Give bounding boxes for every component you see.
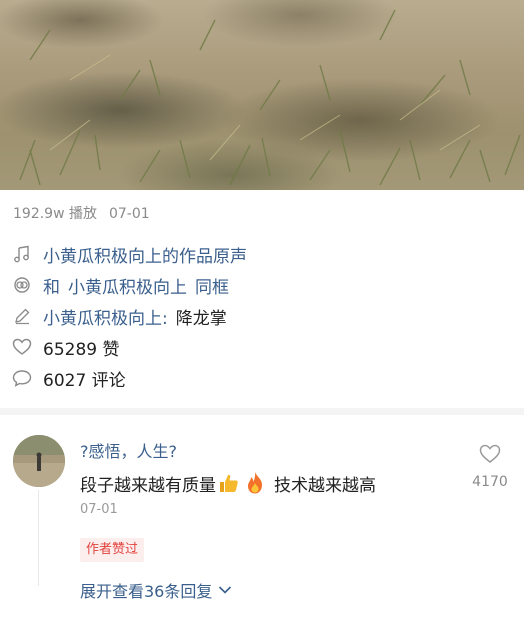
- comment-like-button[interactable]: 4170: [468, 444, 512, 490]
- play-count: 192.9w 播放: [13, 206, 97, 222]
- video-frame[interactable]: [0, 0, 524, 190]
- thumbs-up-icon: [216, 470, 242, 496]
- reply-thread-line: [38, 490, 39, 586]
- likes-row: 65289 赞: [12, 335, 120, 360]
- title-row: 小黄瓜积极向上: 降龙掌: [12, 304, 227, 329]
- music-note-icon: [12, 244, 32, 264]
- grass-texture: [19, 9, 521, 186]
- video-date: 07-01: [108, 206, 150, 222]
- avatar[interactable]: [13, 435, 65, 487]
- heart-icon: [479, 444, 501, 463]
- comment-text: 段子越来越有质量 技术越来越高: [80, 470, 376, 496]
- comment-text-part2: 技术越来越高: [274, 475, 376, 496]
- duet-suffix: 同框: [195, 277, 229, 298]
- duet-icon: [12, 275, 32, 295]
- duet-row[interactable]: 和 小黄瓜积极向上 同框: [12, 273, 229, 298]
- author-name-link[interactable]: 小黄瓜积极向上:: [43, 304, 168, 329]
- author-liked-badge: 作者赞过: [80, 538, 145, 562]
- video-title: 降龙掌: [175, 308, 227, 329]
- duet-prefix: 和: [43, 277, 60, 298]
- comment-username[interactable]: ?感悟，人生?: [80, 438, 177, 462]
- chevron-down-icon: [219, 586, 232, 594]
- section-divider: [0, 408, 524, 415]
- expand-replies-label: 展开查看36条回复: [80, 582, 213, 601]
- likes-count: 65289 赞: [43, 339, 120, 360]
- comment-bubble-icon: [12, 368, 32, 388]
- duet-user-link[interactable]: 小黄瓜积极向上: [68, 273, 187, 298]
- comments-row: 6027 评论: [12, 366, 126, 391]
- original-sound-link[interactable]: 小黄瓜积极向上的作品原声: [43, 242, 247, 267]
- pencil-icon: [12, 306, 32, 326]
- expand-replies-button[interactable]: 展开查看36条回复: [80, 578, 232, 602]
- heart-icon: [12, 337, 32, 357]
- comment-date: 07-01: [80, 502, 118, 517]
- comments-count: 6027 评论: [43, 370, 126, 391]
- fire-icon: [242, 470, 268, 496]
- video-meta: 192.9w 播放 07-01: [13, 203, 150, 223]
- original-sound-row[interactable]: 小黄瓜积极向上的作品原声: [12, 242, 247, 267]
- comment-text-part1: 段子越来越有质量: [80, 475, 216, 496]
- comment-like-count: 4170: [472, 474, 508, 490]
